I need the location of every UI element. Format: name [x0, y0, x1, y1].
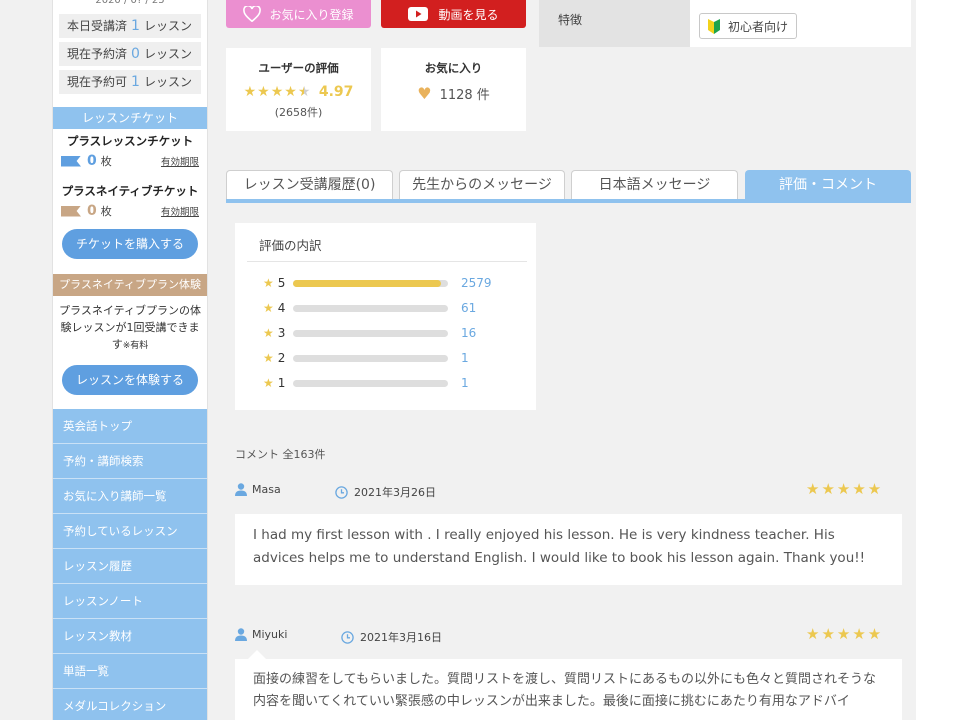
star-icon: ★	[263, 276, 274, 290]
ticket-plus-lesson: プラスレッスンチケット 0 枚 有効期限	[53, 129, 207, 169]
comment-body: 面接の練習をしてもらいました。質問リストを渡し、質問リストにあるもの以外にも色々…	[235, 659, 902, 720]
favorite-title: お気に入り	[424, 61, 483, 75]
tab-lesson-history[interactable]: レッスン受講履歴(0)	[226, 170, 393, 199]
favorite-count: 1128 件	[439, 88, 490, 103]
comments-header: コメント 全163件	[235, 448, 326, 461]
rating-card: ユーザーの評価 ★★★★★ 4.97 (2658件)	[226, 48, 371, 131]
comment-pointer	[248, 650, 266, 659]
breakdown-bar	[293, 279, 449, 287]
rating-count: (2658件)	[274, 106, 323, 119]
sidebar-item-lesson-materials[interactable]: レッスン教材	[53, 619, 207, 654]
breakdown-row-5: ★ 5 2579	[263, 276, 492, 290]
count-available: 現在予約可 1 レッスン	[59, 70, 201, 94]
trial-lesson-button[interactable]: レッスンを体験する	[62, 365, 198, 395]
breakdown-bar	[293, 329, 449, 337]
user-icon	[235, 628, 247, 641]
breakdown-count[interactable]: 61	[461, 301, 476, 315]
user-icon	[235, 483, 247, 496]
sidebar-item-vocabulary[interactable]: 単語一覧	[53, 654, 207, 689]
ticket-plus-native: プラスネイティブチケット 0 枚 有効期限	[61, 184, 199, 219]
sidebar-item-lesson-history[interactable]: レッスン履歴	[53, 549, 207, 584]
sidebar-item-medals[interactable]: メダルコレクション	[53, 689, 207, 720]
comment-stars-icon: ★★★★★	[806, 625, 884, 643]
breakdown-divider	[247, 261, 527, 262]
heart-filled-icon: ♥	[417, 84, 432, 103]
rating-title: ユーザーの評価	[258, 61, 339, 75]
favorite-card: お気に入り ♥ 1128 件	[381, 48, 526, 131]
breakdown-bar-fill	[293, 279, 441, 287]
sidebar-item-favorite-teachers[interactable]: お気に入り講師一覧	[53, 479, 207, 514]
comment-body: I had my first lesson with . I really en…	[235, 514, 902, 585]
clock-icon	[341, 630, 354, 644]
comment-date: 2021年3月26日	[335, 484, 436, 500]
comment-date: 2021年3月16日	[341, 629, 442, 645]
heart-icon	[243, 6, 262, 22]
star-icon: ★	[263, 301, 274, 315]
breakdown-count[interactable]: 1	[461, 351, 469, 365]
half-star-icon: ★	[297, 84, 311, 100]
ticket-expiry-link[interactable]: 有効期限	[161, 154, 199, 168]
feature-label: 特徴	[558, 13, 583, 27]
date-text: 2020 / 0? / 25	[95, 0, 165, 6]
count-reserved: 現在予約済 0 レッスン	[59, 42, 201, 66]
breakdown-bar	[293, 304, 449, 312]
breakdown-bar	[293, 379, 449, 387]
breakdown-count[interactable]: 2579	[461, 276, 492, 290]
sidebar: 2020 / 0? / 25 本日受講済 1 レッスン 現在予約済 0 レッスン 現在予…	[52, 0, 208, 720]
star-icon: ★	[263, 326, 274, 340]
trial-description: プラスネイティブプランの体験レッスンが1回受講できます※有料	[59, 304, 201, 351]
rating-value: 4.97	[318, 84, 354, 100]
tab-underline	[226, 199, 911, 203]
ticket-section-header: レッスンチケット	[53, 107, 207, 129]
breakdown-row-1: ★ 1 1	[263, 376, 469, 390]
sidebar-item-eikaiwa-top[interactable]: 英会話トップ	[53, 409, 207, 444]
sidebar-nav: 英会話トップ 予約・講師検索 お気に入り講師一覧 予約しているレッスン レッスン…	[53, 409, 207, 720]
comment-user: Miyuki	[235, 628, 287, 641]
breakdown-bar	[293, 354, 449, 362]
comment-stars-icon: ★★★★★	[806, 480, 884, 498]
trial-section-header: プラスネイティブプラン体験	[53, 274, 207, 296]
sidebar-item-reserved-lessons[interactable]: 予約しているレッスン	[53, 514, 207, 549]
rating-stars-icon: ★★★★	[243, 84, 298, 100]
favorite-register-button[interactable]: お気に入り登録	[226, 0, 371, 28]
tab-japanese-messages[interactable]: 日本語メッセージ	[571, 170, 738, 199]
tab-reviews[interactable]: 評価・コメント	[745, 170, 911, 199]
breakdown-row-4: ★ 4 61	[263, 301, 477, 315]
breakdown-row-3: ★ 3 16	[263, 326, 477, 340]
watch-video-button[interactable]: 動画を見る	[381, 0, 526, 28]
ticket-flag-icon	[61, 155, 81, 167]
breakdown-count[interactable]: 1	[461, 376, 469, 390]
clock-icon	[335, 485, 348, 499]
feature-value-cell: 初心者向け	[690, 0, 911, 47]
sidebar-item-reserve-search[interactable]: 予約・講師検索	[53, 444, 207, 479]
breakdown-row-2: ★ 2 1	[263, 351, 469, 365]
breakdown-title: 評価の内訳	[259, 238, 322, 253]
count-today-taken: 本日受講済 1 レッスン	[59, 14, 201, 38]
feature-label-cell: 特徴	[539, 0, 690, 47]
beginner-leaf-icon	[708, 18, 720, 34]
ticket-expiry-link[interactable]: 有効期限	[161, 204, 199, 218]
comment-user: Masa	[235, 483, 281, 496]
tab-teacher-messages[interactable]: 先生からのメッセージ	[399, 170, 565, 199]
breakdown-count[interactable]: 16	[461, 326, 476, 340]
star-icon: ★	[263, 376, 274, 390]
lesson-counts: 本日受講済 1 レッスン 現在予約済 0 レッスン 現在予約可 1 レッスン	[53, 14, 207, 94]
feature-badge: 初心者向け	[699, 13, 798, 39]
sidebar-item-lesson-notes[interactable]: レッスンノート	[53, 584, 207, 619]
buy-ticket-button[interactable]: チケットを購入する	[62, 229, 198, 259]
star-icon: ★	[263, 351, 274, 365]
ticket-flag-icon	[61, 205, 81, 217]
youtube-play-icon	[408, 7, 429, 21]
